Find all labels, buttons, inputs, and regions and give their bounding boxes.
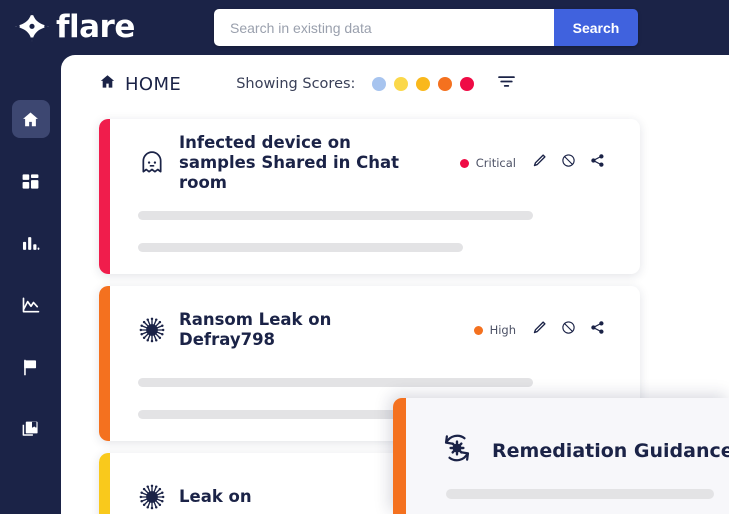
severity-accent-bar <box>99 286 110 441</box>
content-header: HOME Showing Scores: <box>61 55 729 113</box>
line-chart-icon <box>21 295 41 315</box>
threat-card-header: Infected device on samples Shared in Cha… <box>99 119 640 192</box>
brand-logo[interactable]: flare <box>12 5 135 50</box>
threat-card-title: Leak on <box>179 486 252 506</box>
search-bar: Search <box>214 9 638 46</box>
page-title: HOME <box>125 73 182 95</box>
score-dot-critical[interactable] <box>460 77 475 91</box>
score-dot-medium[interactable] <box>416 77 431 91</box>
severity-label: High <box>489 323 516 337</box>
severity-dot <box>473 325 483 335</box>
ignore-button[interactable] <box>561 153 576 173</box>
score-dot-low[interactable] <box>394 77 409 91</box>
skeleton-line <box>138 243 463 252</box>
library-book-icon <box>21 420 40 439</box>
app-root: flare Search HOME Showing Scores: <box>0 0 729 514</box>
filter-icon[interactable] <box>496 71 517 97</box>
severity-dot <box>459 158 469 168</box>
remediation-accent-bar <box>393 398 406 514</box>
ghost-malware-icon <box>138 150 165 176</box>
remediation-header: Remediation Guidance <box>393 398 729 471</box>
status-badge: Critical <box>459 156 516 170</box>
sidebar-item-flags[interactable] <box>12 348 50 386</box>
threat-card-title: Ransom Leak on Defray798 <box>179 309 332 349</box>
flag-icon <box>21 358 40 377</box>
score-dot-info[interactable] <box>372 77 387 91</box>
threat-card-header: Ransom Leak on Defray798 High <box>99 286 640 354</box>
share-button[interactable] <box>590 153 605 173</box>
skeleton-line <box>138 378 533 387</box>
sidebar-item-home[interactable] <box>11 100 50 138</box>
scores-label: Showing Scores: <box>236 76 356 92</box>
virus-icon <box>138 317 165 343</box>
remediation-guidance-panel[interactable]: Remediation Guidance <box>393 398 729 514</box>
grid-dashboard-icon <box>21 172 40 191</box>
score-filter-group: Showing Scores: <box>236 71 517 97</box>
sidebar-item-reports[interactable] <box>12 224 50 262</box>
edit-button[interactable] <box>532 320 547 340</box>
threat-card-title: Infected device on samples Shared in Cha… <box>179 132 400 193</box>
search-input[interactable] <box>214 9 554 46</box>
severity-accent-bar <box>99 119 110 274</box>
top-bar: flare Search <box>0 0 729 55</box>
sidebar-item-dashboard[interactable] <box>12 162 50 200</box>
breadcrumb[interactable]: HOME <box>99 73 181 95</box>
severity-accent-bar <box>99 453 110 514</box>
threat-card-actions <box>532 153 605 173</box>
ignore-button[interactable] <box>561 320 576 340</box>
edit-button[interactable] <box>532 153 547 173</box>
flare-star-icon <box>12 8 52 48</box>
remediation-skeleton-line <box>446 489 714 499</box>
bar-chart-icon <box>21 234 40 253</box>
score-dot-high[interactable] <box>438 77 453 91</box>
threat-card[interactable]: Infected device on samples Shared in Cha… <box>99 119 640 274</box>
status-badge: High <box>473 323 516 337</box>
skeleton-line <box>138 211 533 220</box>
remediation-title: Remediation Guidance <box>492 439 729 462</box>
share-button[interactable] <box>590 320 605 340</box>
sidebar-item-library[interactable] <box>12 410 50 448</box>
home-icon <box>99 73 116 95</box>
threat-card-actions <box>532 320 605 340</box>
gear-refresh-icon <box>439 430 475 471</box>
score-dots <box>372 77 475 91</box>
home-icon <box>21 110 40 129</box>
severity-label: Critical <box>475 156 516 170</box>
sidebar-nav <box>0 100 61 472</box>
sidebar <box>0 0 61 514</box>
search-button[interactable]: Search <box>554 9 638 46</box>
brand-name: flare <box>56 9 135 45</box>
sidebar-item-trends[interactable] <box>12 286 50 324</box>
virus-icon <box>138 484 165 510</box>
